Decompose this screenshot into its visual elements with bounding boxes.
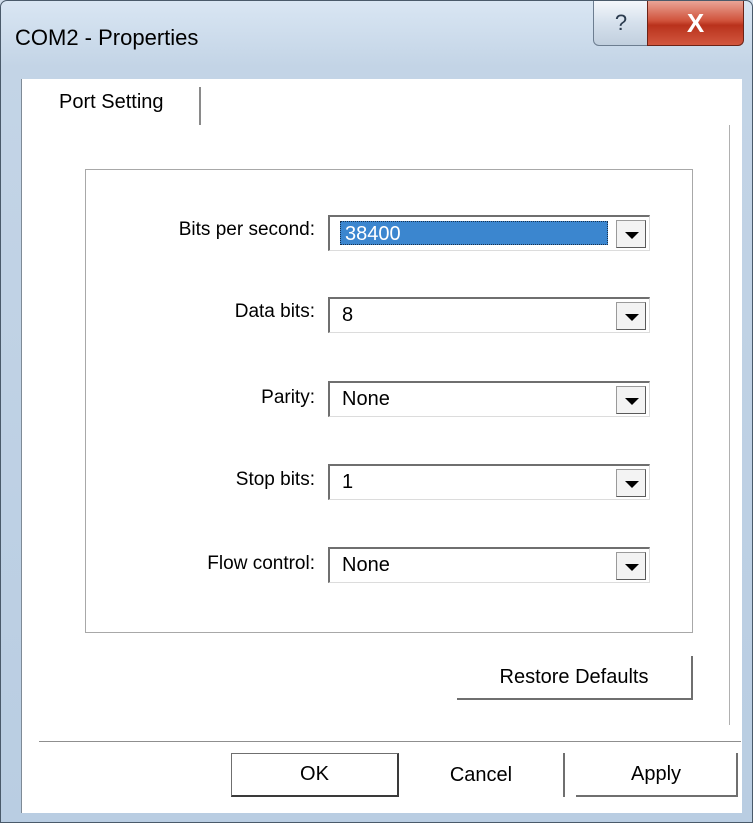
title-bar[interactable]: COM2 - Properties ? X [1,1,752,81]
chevron-down-icon[interactable] [616,220,646,248]
chevron-down-icon[interactable] [616,302,646,330]
tab-label: Port Setting [59,91,164,113]
chevron-down-icon[interactable] [616,469,646,497]
stop-bits-label: Stop bits: [235,469,315,490]
chevron-down-icon[interactable] [616,386,646,414]
stop-bits-value: 1 [342,471,354,493]
chevron-down-icon[interactable] [616,552,646,580]
close-icon: X [686,7,705,38]
help-button[interactable]: ? [593,1,649,46]
parity-select[interactable]: None [328,381,650,417]
cancel-button[interactable]: Cancel [399,753,565,797]
flow-control-select[interactable]: None [328,547,650,583]
flow-control-value: None [342,554,390,576]
tab-panel-border [729,125,730,725]
flow-control-label: Flow control: [207,553,315,574]
bits-per-second-label: Bits per second: [178,219,315,240]
properties-dialog: COM2 - Properties ? X Port Setting Bits … [0,0,753,823]
parity-value: None [342,388,390,410]
restore-defaults-button[interactable]: Restore Defaults [457,656,693,700]
apply-button[interactable]: Apply [576,753,738,797]
data-bits-value: 8 [342,304,354,326]
tab-port-setting[interactable]: Port Setting [37,87,201,125]
data-bits-select[interactable]: 8 [328,297,650,333]
parity-label: Parity: [261,387,315,408]
bits-per-second-value: 38400 [340,221,608,245]
bits-per-second-select[interactable]: 38400 [328,215,650,251]
close-button[interactable]: X [647,1,744,46]
button-separator [39,741,741,742]
ok-button[interactable]: OK [231,753,399,797]
data-bits-label: Data bits: [234,301,315,322]
help-icon: ? [614,10,628,35]
stop-bits-select[interactable]: 1 [328,464,650,500]
window-title: COM2 - Properties [15,25,199,50]
